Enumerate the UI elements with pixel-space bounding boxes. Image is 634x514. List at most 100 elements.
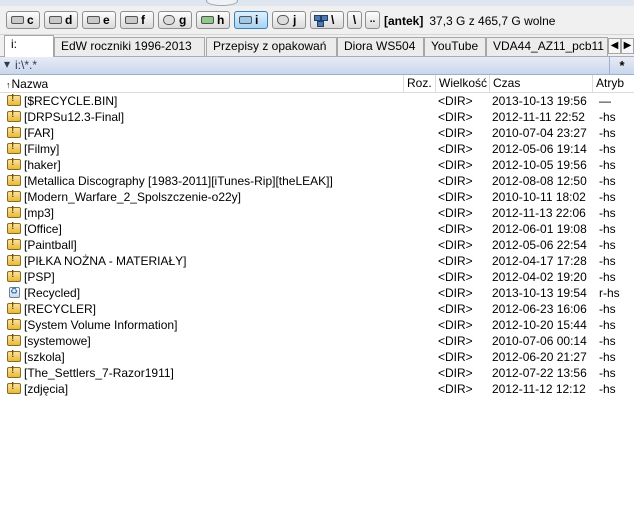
- parent-dir-button[interactable]: ..: [365, 11, 380, 29]
- file-attr: -hs: [599, 270, 616, 284]
- file-name: [System Volume Information]: [24, 318, 178, 332]
- optical-drive-icon: [201, 16, 214, 24]
- list-item[interactable]: [mp3] <DIR> 2012-11-13 22:06 -hs: [0, 205, 634, 221]
- tab-scroll-left[interactable]: ◀: [608, 38, 621, 54]
- list-item[interactable]: [Paintball] <DIR> 2012-05-06 22:54 -hs: [0, 237, 634, 253]
- column-attr[interactable]: Atryb: [592, 75, 634, 92]
- list-item[interactable]: [DRPSu12.3-Final] <DIR> 2012-11-11 22:52 -h…: [0, 109, 634, 125]
- drive-button-j[interactable]: j: [272, 11, 306, 29]
- tab-edw-roczniki[interactable]: EdW roczniki 1996-2013: [54, 37, 205, 56]
- list-item[interactable]: [The_Settlers_7-Razor1911] <DIR> 2012-07-2…: [0, 365, 634, 381]
- column-date[interactable]: Czas: [489, 75, 592, 92]
- file-size: <DIR>: [438, 142, 473, 156]
- drive-button-f[interactable]: f: [120, 11, 154, 29]
- list-item[interactable]: [Recycled] <DIR> 2013-10-13 19:54 r-hs: [0, 285, 634, 301]
- list-item[interactable]: [Filmy] <DIR> 2012-05-06 19:14 -hs: [0, 141, 634, 157]
- network-button[interactable]: \: [310, 11, 344, 29]
- file-name: [szkola]: [24, 350, 65, 364]
- file-size: <DIR>: [438, 302, 473, 316]
- drive-button-c[interactable]: c: [6, 11, 40, 29]
- file-attr: -hs: [599, 302, 616, 316]
- file-attr: -hs: [599, 334, 616, 348]
- file-date: 2012-05-06 22:54: [492, 238, 587, 252]
- tab-diora[interactable]: Diora WS504: [337, 37, 424, 56]
- list-item[interactable]: [szkola] <DIR> 2012-06-20 21:27 -hs: [0, 349, 634, 365]
- file-name: [systemowe]: [24, 334, 91, 348]
- tab-vda44[interactable]: VDA44_AZ11_pcb11: [486, 37, 608, 56]
- file-size: <DIR>: [438, 286, 473, 300]
- drive-button-h[interactable]: h: [196, 11, 230, 29]
- folder-icon: [7, 381, 21, 394]
- file-size: <DIR>: [438, 334, 473, 348]
- file-date: 2012-06-20 21:27: [492, 350, 587, 364]
- tab-przepisy[interactable]: Przepisy z opakowań: [206, 37, 337, 56]
- drive-letter: c: [27, 13, 34, 27]
- folder-tabs: i: EdW roczniki 1996-2013 Przepisy z opa…: [0, 35, 634, 57]
- file-date: 2013-10-13 19:56: [492, 94, 587, 108]
- list-item[interactable]: [zdjęcia] <DIR> 2012-11-12 12:12 -hs: [0, 381, 634, 397]
- file-attr: —: [599, 94, 611, 108]
- column-header: ↑Nazwa Roz. Wielkość Czas Atryb: [0, 75, 634, 93]
- file-attr: -hs: [599, 366, 616, 380]
- file-date: 2012-06-23 16:06: [492, 302, 587, 316]
- file-attr: -hs: [599, 174, 616, 188]
- drive-button-i[interactable]: i: [234, 11, 268, 29]
- drive-letter: e: [103, 13, 110, 27]
- drive-letter: h: [217, 13, 225, 27]
- file-date: 2010-07-04 23:27: [492, 126, 587, 140]
- list-item[interactable]: [systemowe] <DIR> 2010-07-06 00:14 -hs: [0, 333, 634, 349]
- file-attr: -hs: [599, 350, 616, 364]
- current-path[interactable]: i:\*.*: [15, 58, 37, 72]
- root-dir-button[interactable]: \: [347, 11, 362, 29]
- list-item[interactable]: [PIŁKA NOŻNA - MATERIAŁY] <DIR> 2012-04-17…: [0, 253, 634, 269]
- file-attr: -hs: [599, 222, 616, 236]
- file-attr: -hs: [599, 206, 616, 220]
- file-name: [PIŁKA NOŻNA - MATERIAŁY]: [24, 254, 187, 268]
- column-name[interactable]: ↑Nazwa: [6, 77, 48, 91]
- drive-letter: g: [179, 13, 187, 27]
- folder-icon: [7, 333, 21, 346]
- list-item[interactable]: [haker] <DIR> 2012-10-05 19:56 -hs: [0, 157, 634, 173]
- list-item[interactable]: [Modern_Warfare_2_Spolszczenie-o22y] <DIR…: [0, 189, 634, 205]
- folder-icon: [7, 93, 21, 106]
- tab-i-drive[interactable]: i:: [4, 35, 54, 57]
- file-attr: -hs: [599, 238, 616, 252]
- file-attr: -hs: [599, 318, 616, 332]
- folder-icon: [7, 269, 21, 282]
- column-ext[interactable]: Roz.: [403, 75, 438, 92]
- tab-youtube[interactable]: YouTube: [424, 37, 486, 56]
- list-item[interactable]: [$RECYCLE.BIN] <DIR> 2013-10-13 19:56 —: [0, 93, 634, 109]
- list-item[interactable]: [RECYCLER] <DIR> 2012-06-23 16:06 -hs: [0, 301, 634, 317]
- folder-icon: [7, 221, 21, 234]
- column-size[interactable]: Wielkość: [435, 75, 490, 92]
- drive-letter: i: [255, 13, 259, 27]
- filter-dropdown-icon[interactable]: ▾: [4, 57, 10, 71]
- drive-button-d[interactable]: d: [44, 11, 78, 29]
- file-date: 2012-05-06 19:14: [492, 142, 587, 156]
- file-attr: -hs: [599, 110, 616, 124]
- list-item[interactable]: [FAR] <DIR> 2010-07-04 23:27 -hs: [0, 125, 634, 141]
- folder-icon: [7, 109, 21, 122]
- folder-icon: [7, 237, 21, 250]
- volume-label: [antek]: [384, 14, 424, 28]
- sort-arrow-icon: ↑: [6, 80, 11, 90]
- drive-letter: j: [293, 13, 297, 27]
- drive-button-e[interactable]: e: [82, 11, 116, 29]
- list-item[interactable]: [Metallica Discography [1983-2011][iTune…: [0, 173, 634, 189]
- recycle-bin-icon: [9, 286, 20, 298]
- list-item[interactable]: [Office] <DIR> 2012-06-01 19:08 -hs: [0, 221, 634, 237]
- file-attr: -hs: [599, 126, 616, 140]
- list-item[interactable]: [System Volume Information] <DIR> 2012-10-…: [0, 317, 634, 333]
- tab-scroll-right[interactable]: ▶: [621, 38, 634, 54]
- file-date: 2012-04-02 19:20: [492, 270, 587, 284]
- file-size: <DIR>: [438, 158, 473, 172]
- history-button[interactable]: *: [609, 57, 634, 74]
- file-attr: -hs: [599, 190, 616, 204]
- drive-button-g[interactable]: g: [158, 11, 192, 29]
- list-item[interactable]: [PSP] <DIR> 2012-04-02 19:20 -hs: [0, 269, 634, 285]
- free-space-text: 37,3 G z 465,7 G wolne: [429, 14, 556, 28]
- file-attr: -hs: [599, 158, 616, 172]
- hard-drive-icon: [87, 16, 100, 24]
- folder-icon: [7, 317, 21, 330]
- file-date: 2010-07-06 00:14: [492, 334, 587, 348]
